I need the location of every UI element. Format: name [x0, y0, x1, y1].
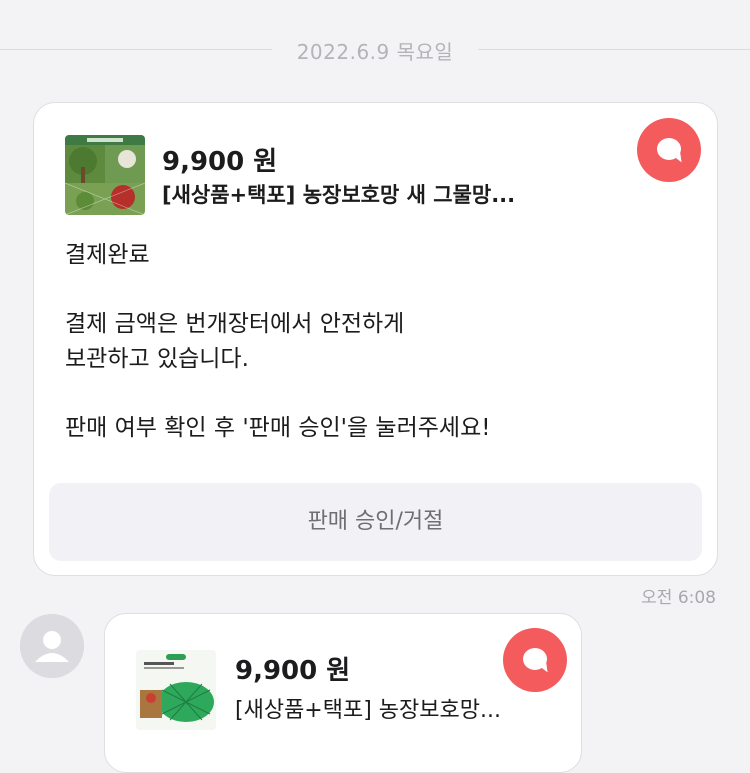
- date-separator-text: 2022.6.9 목요일: [296, 40, 454, 64]
- product-message-card: 9,900 원 [새상품+택포] 농장보호망...: [104, 613, 582, 773]
- product-price: 9,900 원: [235, 656, 351, 686]
- product-title[interactable]: [새상품+택포] 농장보호망...: [235, 692, 501, 724]
- date-separator: 2022.6.9 목요일: [0, 30, 750, 70]
- approve-reject-button[interactable]: 판매 승인/거절: [49, 483, 702, 561]
- chat-bubble-icon: [503, 628, 567, 692]
- date-separator-line-right: [478, 49, 750, 50]
- product-title[interactable]: [새상품+택포] 농장보호망 새 그물망...: [162, 179, 515, 209]
- product-thumbnail[interactable]: [136, 650, 216, 730]
- message-line: 판매 여부 확인 후 '판매 승인'을 눌러주세요!: [65, 415, 491, 441]
- payment-message-card: 9,900 원 [새상품+택포] 농장보호망 새 그물망... 결제완료 결제 …: [33, 102, 718, 576]
- message-timestamp: 오전 6:08: [641, 588, 716, 608]
- product-price: 9,900 원: [162, 147, 278, 177]
- message-status-line: 결제완료: [65, 242, 150, 268]
- product-thumbnail[interactable]: [65, 135, 145, 215]
- user-avatar-icon[interactable]: [20, 614, 84, 678]
- message-line: 보관하고 있습니다.: [65, 346, 249, 372]
- date-separator-line-left: [0, 49, 272, 50]
- message-body: 결제완료 결제 금액은 번개장터에서 안전하게 보관하고 있습니다. 판매 여부…: [65, 238, 685, 446]
- message-line: 결제 금액은 번개장터에서 안전하게: [65, 311, 405, 337]
- chat-bubble-icon: [637, 118, 701, 182]
